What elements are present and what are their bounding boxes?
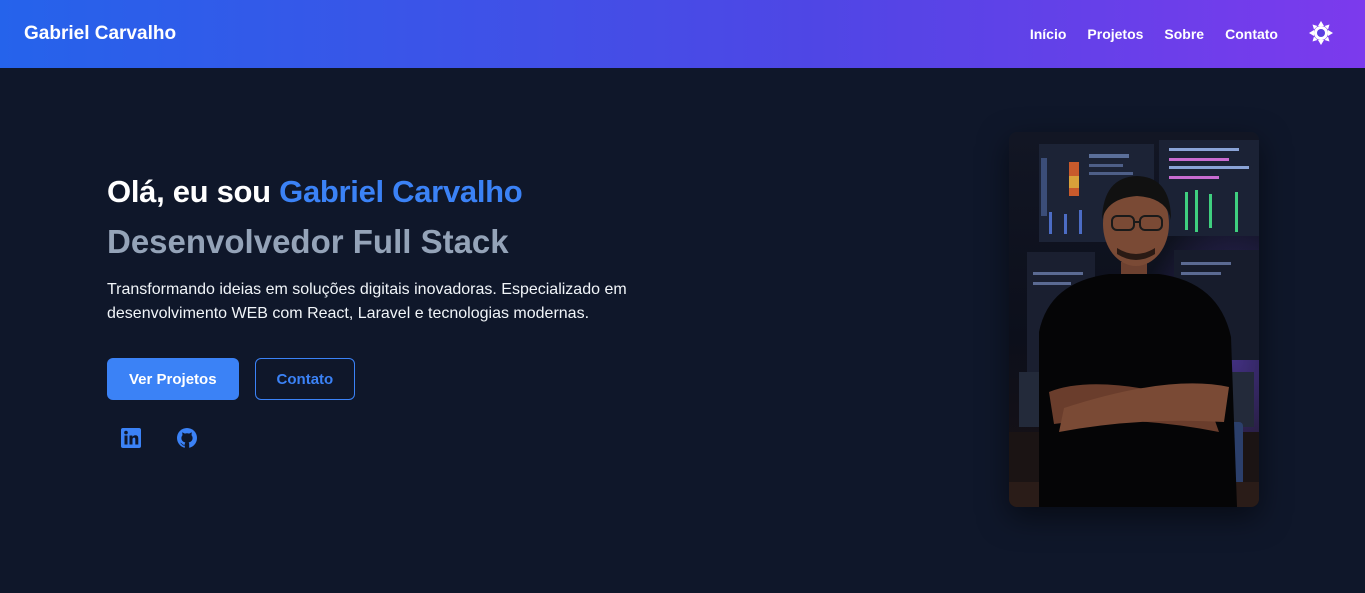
view-projects-button[interactable]: Ver Projetos — [107, 358, 239, 400]
greeting-name: Gabriel Carvalho — [279, 174, 523, 209]
profile-photo-illustration — [1009, 132, 1259, 507]
sun-icon — [1309, 21, 1333, 45]
social-links — [107, 428, 727, 448]
hero-greeting: Olá, eu sou Gabriel Carvalho — [107, 170, 727, 214]
hero-actions: Ver Projetos Contato — [107, 358, 727, 400]
github-icon[interactable] — [177, 428, 197, 448]
profile-photo — [1009, 132, 1259, 507]
hero-section: Olá, eu sou Gabriel Carvalho Desenvolved… — [107, 170, 727, 448]
nav-link-sobre[interactable]: Sobre — [1164, 26, 1204, 42]
contact-button[interactable]: Contato — [254, 358, 356, 400]
nav-menu: Início Projetos Sobre Contato — [1030, 0, 1278, 68]
nav-link-contato[interactable]: Contato — [1225, 26, 1278, 42]
hero-description: Transformando ideias em soluções digitai… — [107, 281, 627, 322]
brand-logo[interactable]: Gabriel Carvalho — [24, 23, 176, 45]
nav-link-projetos[interactable]: Projetos — [1087, 26, 1143, 42]
navbar: Gabriel Carvalho Início Projetos Sobre C… — [0, 0, 1365, 68]
greeting-prefix: Olá, eu sou — [107, 174, 271, 209]
hero-role: Desenvolvedor Full Stack — [107, 223, 509, 260]
nav-link-inicio[interactable]: Início — [1030, 26, 1067, 42]
linkedin-icon[interactable] — [121, 428, 141, 448]
theme-toggle-button[interactable] — [1308, 20, 1334, 46]
